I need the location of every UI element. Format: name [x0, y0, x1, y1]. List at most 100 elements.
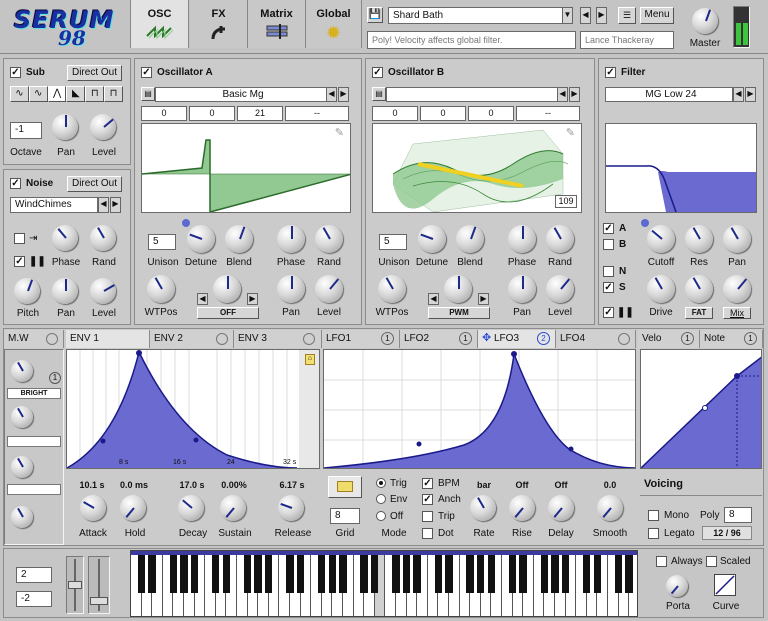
- noise-enable-checkbox[interactable]: ✓: [10, 178, 21, 189]
- osc-a-blend-knob[interactable]: [225, 225, 253, 253]
- filter-response-display[interactable]: [605, 123, 757, 213]
- osc-b-level-knob[interactable]: [546, 275, 574, 303]
- edit-pencil-icon[interactable]: ✎: [335, 126, 344, 139]
- black-key[interactable]: [265, 555, 273, 593]
- osc-a-wavetable-name[interactable]: Basic Mg: [155, 87, 327, 102]
- lfo-mode-off[interactable]: [376, 511, 386, 521]
- tab-lfo1[interactable]: LFO1 1: [322, 330, 400, 348]
- osc-a-semi-field[interactable]: 0: [189, 106, 235, 121]
- sub-pan-knob[interactable]: [52, 114, 78, 140]
- lfo-anch-checkbox[interactable]: ✓: [422, 494, 433, 505]
- lfo-delay-knob[interactable]: [548, 495, 574, 521]
- sub-shape-square[interactable]: ⊓: [85, 86, 105, 102]
- osc-a-pan-knob[interactable]: [277, 275, 305, 303]
- filter-fat-button[interactable]: FAT: [685, 307, 713, 319]
- black-key[interactable]: [445, 555, 453, 593]
- osc-b-detune-knob[interactable]: [418, 225, 446, 253]
- black-key[interactable]: [318, 555, 326, 593]
- black-key[interactable]: [360, 555, 368, 593]
- sustain-knob[interactable]: [220, 495, 246, 521]
- sub-shape-saw[interactable]: ◣: [66, 86, 86, 102]
- osc-b-warp-mode[interactable]: PWM: [428, 307, 490, 319]
- sub-shape-tri[interactable]: ⋀: [47, 86, 67, 102]
- black-key[interactable]: [339, 555, 347, 593]
- sub-shape-sine2[interactable]: ∿: [28, 86, 48, 102]
- poly-spin[interactable]: 8: [724, 507, 752, 523]
- noise-phase-knob[interactable]: [52, 225, 78, 251]
- lfo-rate-knob[interactable]: [470, 495, 496, 521]
- osc-b-octave-field[interactable]: 0: [372, 106, 418, 121]
- filter-route-s[interactable]: ✓: [603, 282, 614, 293]
- black-key[interactable]: [508, 555, 517, 593]
- save-preset-button[interactable]: 💾: [367, 7, 383, 23]
- osc-a-waveform-display[interactable]: ✎: [141, 123, 351, 213]
- tab-osc[interactable]: OSC: [130, 0, 189, 48]
- filter-route-n[interactable]: [603, 266, 614, 277]
- lfo-smooth-knob[interactable]: [597, 495, 623, 521]
- black-key[interactable]: [614, 555, 623, 593]
- black-key[interactable]: [328, 555, 337, 593]
- filter-type-select[interactable]: MG Low 24: [605, 87, 733, 102]
- tab-env1[interactable]: ENV 1: [66, 330, 150, 348]
- osc-b-wavetable-name[interactable]: [386, 87, 558, 102]
- black-key[interactable]: [551, 555, 559, 593]
- black-key[interactable]: [371, 555, 379, 593]
- osc-b-wt-prev[interactable]: ◀: [557, 87, 568, 102]
- noise-prev[interactable]: ◀: [98, 197, 109, 213]
- black-key[interactable]: [169, 555, 178, 593]
- tab-note[interactable]: Note 1: [700, 330, 763, 348]
- black-key[interactable]: [583, 555, 591, 593]
- filter-cutoff-knob[interactable]: [647, 225, 675, 253]
- black-key[interactable]: [466, 555, 474, 593]
- noise-next[interactable]: ▶: [110, 197, 121, 213]
- osc-a-wt-next[interactable]: ▶: [338, 87, 349, 102]
- always-checkbox[interactable]: [656, 556, 667, 567]
- macro3-knob[interactable]: [11, 456, 33, 478]
- osc-a-level-knob[interactable]: [315, 275, 343, 303]
- preset-name[interactable]: Shard Bath: [388, 7, 563, 24]
- osc-b-fine-field[interactable]: 0: [468, 106, 514, 121]
- black-key[interactable]: [392, 555, 400, 593]
- filter-pan-knob[interactable]: [723, 225, 751, 253]
- lock-icon[interactable]: ⌂: [305, 354, 315, 365]
- mono-checkbox[interactable]: [648, 510, 659, 521]
- tab-velo[interactable]: Velo 1: [638, 330, 700, 348]
- osc-a-menu-button[interactable]: ▤: [141, 87, 155, 101]
- noise-sample-select[interactable]: WindChimes: [10, 197, 98, 213]
- tab-fx[interactable]: FX: [190, 0, 248, 48]
- black-key[interactable]: [519, 555, 527, 593]
- noise-level-knob[interactable]: [90, 278, 116, 304]
- osc-a-warp-mode[interactable]: OFF: [197, 307, 259, 319]
- osc-b-warp-knob[interactable]: [444, 275, 472, 303]
- lfo-grid-spin[interactable]: 8: [330, 508, 360, 524]
- master-knob[interactable]: [692, 8, 718, 34]
- sub-shape-pulse[interactable]: ⊓: [104, 86, 123, 102]
- osc-b-wt-next[interactable]: ▶: [569, 87, 580, 102]
- preset-prev-button[interactable]: ◀: [580, 7, 591, 24]
- osc-b-rand-knob[interactable]: [546, 225, 574, 253]
- scaled-checkbox[interactable]: [706, 556, 717, 567]
- filter-drive-knob[interactable]: [647, 275, 675, 303]
- osc-b-warp-prev[interactable]: ◀: [428, 293, 439, 305]
- osc-b-menu-button[interactable]: ▤: [372, 87, 386, 101]
- porta-knob[interactable]: [666, 575, 688, 597]
- pitch-wheel[interactable]: [66, 556, 84, 614]
- osc-a-wtpos-knob[interactable]: [147, 275, 175, 303]
- black-key[interactable]: [148, 555, 156, 593]
- black-key[interactable]: [254, 555, 262, 593]
- edit-pencil-icon[interactable]: ✎: [566, 126, 575, 139]
- filter-route-b[interactable]: [603, 239, 614, 250]
- black-key[interactable]: [243, 555, 252, 593]
- osc-b-wtpos-knob[interactable]: [378, 275, 406, 303]
- black-key[interactable]: [540, 555, 549, 593]
- legato-checkbox[interactable]: [648, 528, 659, 539]
- osc-a-enable-checkbox[interactable]: ✓: [141, 67, 152, 78]
- black-key[interactable]: [286, 555, 294, 593]
- macro1-knob[interactable]: [11, 360, 33, 382]
- black-key[interactable]: [212, 555, 220, 593]
- lfo-bpm-checkbox[interactable]: ✓: [422, 478, 433, 489]
- lfo-trip-checkbox[interactable]: [422, 511, 433, 522]
- noise-pitch-knob[interactable]: [14, 278, 40, 304]
- noise-rand-knob[interactable]: [90, 225, 116, 251]
- hold-knob[interactable]: [120, 495, 146, 521]
